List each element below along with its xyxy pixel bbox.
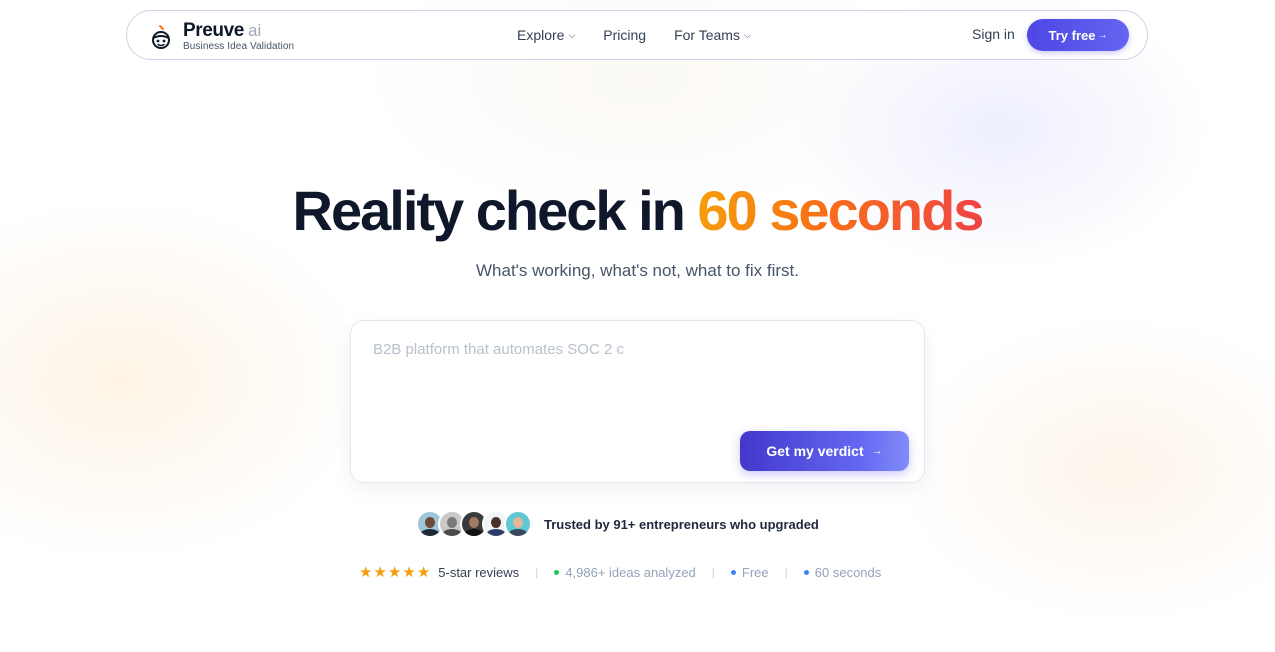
nav-explore[interactable]: Explore ⌵ <box>517 27 575 43</box>
get-verdict-label: Get my verdict <box>766 443 864 459</box>
idea-input[interactable] <box>373 341 893 431</box>
hero-title-main: Reality check in <box>292 179 686 242</box>
brand-tagline: Business Idea Validation <box>183 41 295 52</box>
separator: | <box>535 565 539 579</box>
nav-pricing[interactable]: Pricing <box>603 27 646 43</box>
nav-for-teams-label: For Teams <box>674 27 740 43</box>
avatar <box>504 510 532 538</box>
stat-ideas-analyzed: 4,986+ ideas analyzed <box>554 564 696 580</box>
chevron-down-icon: ⌵ <box>743 29 751 40</box>
brand-suffix: ai <box>247 21 262 40</box>
try-free-label: Try free <box>1048 27 1096 43</box>
logo[interactable]: Preuve ai Business Idea Validation <box>149 21 294 52</box>
reviews-label: 5-star reviews <box>438 564 520 580</box>
nav-for-teams[interactable]: For Teams ⌵ <box>674 27 751 43</box>
separator: | <box>711 565 715 579</box>
sign-in-link[interactable]: Sign in <box>972 26 1015 42</box>
logo-icon <box>152 24 170 49</box>
star-icon: ★ <box>359 563 373 581</box>
social-proof: Trusted by 91+ entrepreneurs who upgrade… <box>416 509 819 539</box>
top-navbar: Preuve ai Business Idea Validation Explo… <box>126 10 1148 60</box>
rating-stars: ★ ★ ★ ★ ★ <box>359 565 430 580</box>
hero-title-accent: 60 seconds <box>697 179 984 242</box>
arrow-right-icon: → <box>1097 29 1108 41</box>
idea-input-card: Get my verdict → <box>350 320 925 483</box>
stats-row: ★ ★ ★ ★ ★ 5-star reviews | 4,986+ ideas … <box>359 562 881 582</box>
get-verdict-button[interactable]: Get my verdict → <box>740 431 909 471</box>
status-dot <box>554 569 560 575</box>
star-icon: ★ <box>373 563 387 581</box>
stat-free-label: Free <box>741 564 769 580</box>
status-dot <box>803 569 809 575</box>
star-icon: ★ <box>402 563 416 581</box>
status-dot <box>730 569 736 575</box>
try-free-button[interactable]: Try free → <box>1027 19 1129 51</box>
brand-name: Preuve <box>183 20 244 41</box>
separator: | <box>784 565 788 579</box>
stat-ideas-label: 4,986+ ideas analyzed <box>565 564 696 580</box>
stat-60-seconds-label: 60 seconds <box>814 564 882 580</box>
hero-title: Reality check in 60 seconds <box>0 178 1275 243</box>
trusted-by-text: Trusted by 91+ entrepreneurs who upgrade… <box>544 516 819 532</box>
star-icon: ★ <box>416 563 431 581</box>
nav-explore-label: Explore <box>517 27 565 43</box>
stat-60-seconds: 60 seconds <box>803 564 882 580</box>
star-icon: ★ <box>387 563 402 581</box>
nav-pricing-label: Pricing <box>603 27 647 43</box>
stat-free: Free <box>730 564 769 580</box>
nav-links: Explore ⌵ Pricing For Teams ⌵ <box>517 11 751 59</box>
hero-subtitle: What's working, what's not, what to fix … <box>476 261 799 280</box>
chevron-down-icon: ⌵ <box>568 29 576 40</box>
arrow-right-icon: → <box>871 445 883 457</box>
avatar-group <box>416 510 532 538</box>
